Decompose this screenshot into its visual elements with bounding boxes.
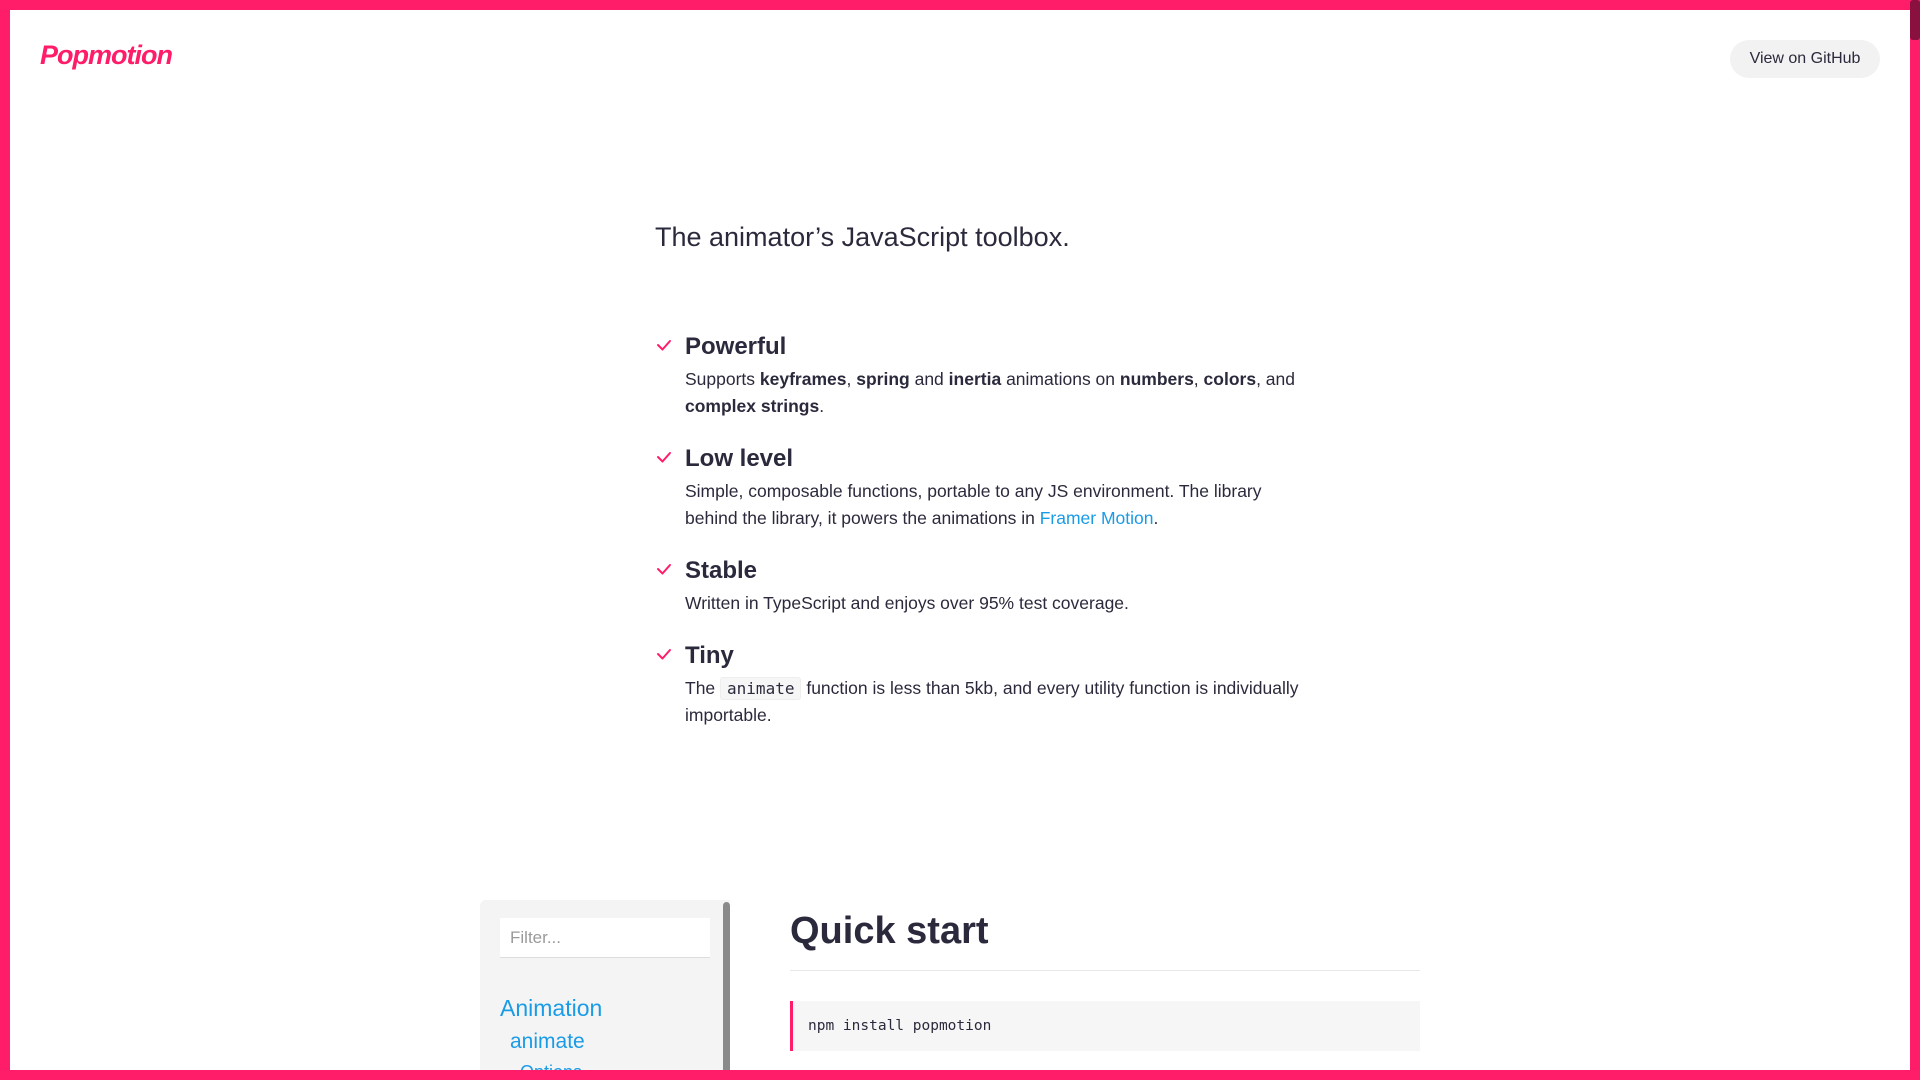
checkmark-icon [657, 340, 671, 351]
nav-item-animate[interactable]: animate [510, 1030, 585, 1054]
logo[interactable]: Popmotion [40, 40, 173, 71]
install-code-block: npm install popmotion [790, 1001, 1420, 1051]
checkmark-icon [657, 452, 671, 463]
docs-sidebar: Animation animate Options [480, 900, 730, 1080]
feature-description: Written in TypeScript and enjoys over 95… [685, 593, 1129, 613]
feature-description: The animate function is less than 5kb, a… [685, 677, 1299, 725]
feature-title: Stable [685, 557, 758, 584]
sidebar-scrollbar[interactable] [723, 902, 730, 1080]
view-on-github-button[interactable]: View on GitHub [1730, 40, 1880, 78]
checkmark-icon [657, 649, 671, 660]
checkmark-icon [657, 564, 671, 575]
framer-motion-link[interactable]: Framer Motion [1040, 508, 1154, 528]
feature-tiny: Tiny The animate function is less than 5… [655, 639, 1305, 729]
feature-powerful: Powerful Supports keyframes, spring and … [655, 330, 1305, 420]
page-tagline: The animator’s JavaScript toolbox. [655, 222, 1070, 252]
divider [790, 970, 1420, 971]
inline-code: animate [720, 677, 802, 700]
nav-item-options[interactable]: Options [520, 1062, 582, 1080]
feature-stable: Stable Written in TypeScript and enjoys … [655, 554, 1305, 617]
quick-start-heading: Quick start [790, 910, 989, 952]
feature-list: Powerful Supports keyframes, spring and … [655, 330, 1305, 751]
page-scrollbar[interactable] [1910, 0, 1920, 40]
feature-title: Powerful [685, 333, 787, 360]
nav-section-animation[interactable]: Animation [500, 995, 602, 1022]
feature-description: Simple, composable functions, portable t… [685, 481, 1262, 528]
feature-low-level: Low level Simple, composable functions, … [655, 442, 1305, 532]
feature-description: Supports keyframes, spring and inertia a… [685, 369, 1295, 416]
filter-input[interactable] [500, 918, 710, 958]
feature-title: Tiny [685, 642, 734, 669]
feature-title: Low level [685, 445, 794, 472]
